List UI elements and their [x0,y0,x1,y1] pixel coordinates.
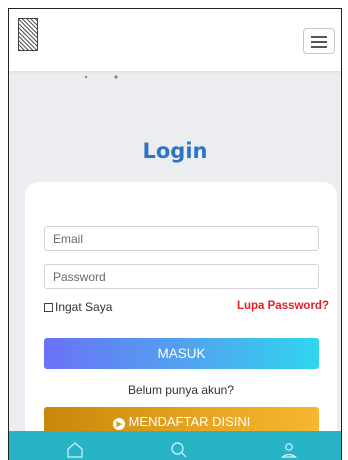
remember-me[interactable]: Ingat Saya [44,300,112,314]
obscured-text-fragment [83,72,123,80]
bottom-nav-bar [9,431,341,460]
user-icon[interactable] [279,440,299,460]
hamburger-line [311,46,327,48]
login-button[interactable]: MASUK [44,338,319,369]
hamburger-menu-button[interactable] [303,28,335,54]
no-account-text: Belum punya akun? [127,383,235,397]
login-card: Ingat Saya Lupa Password? MASUK Belum pu… [25,182,337,460]
hamburger-line [311,36,327,38]
register-label: MENDAFTAR DISINI [128,414,251,429]
email-field[interactable] [44,226,319,251]
logo-icon[interactable] [18,18,38,51]
remember-checkbox[interactable] [44,302,53,312]
home-icon[interactable] [65,440,85,460]
arrow-right-circle-icon: ➤ [112,418,125,430]
hamburger-line [311,41,327,43]
password-field[interactable] [44,264,319,289]
page-title: Login [142,139,208,163]
remember-label: Ingat Saya [55,300,113,314]
app-frame: Login Ingat Saya Lupa Password? MASUK Be… [8,8,342,460]
search-icon[interactable] [169,440,189,460]
top-navbar [9,9,341,71]
forgot-password-link[interactable]: Lupa Password? [237,300,329,312]
